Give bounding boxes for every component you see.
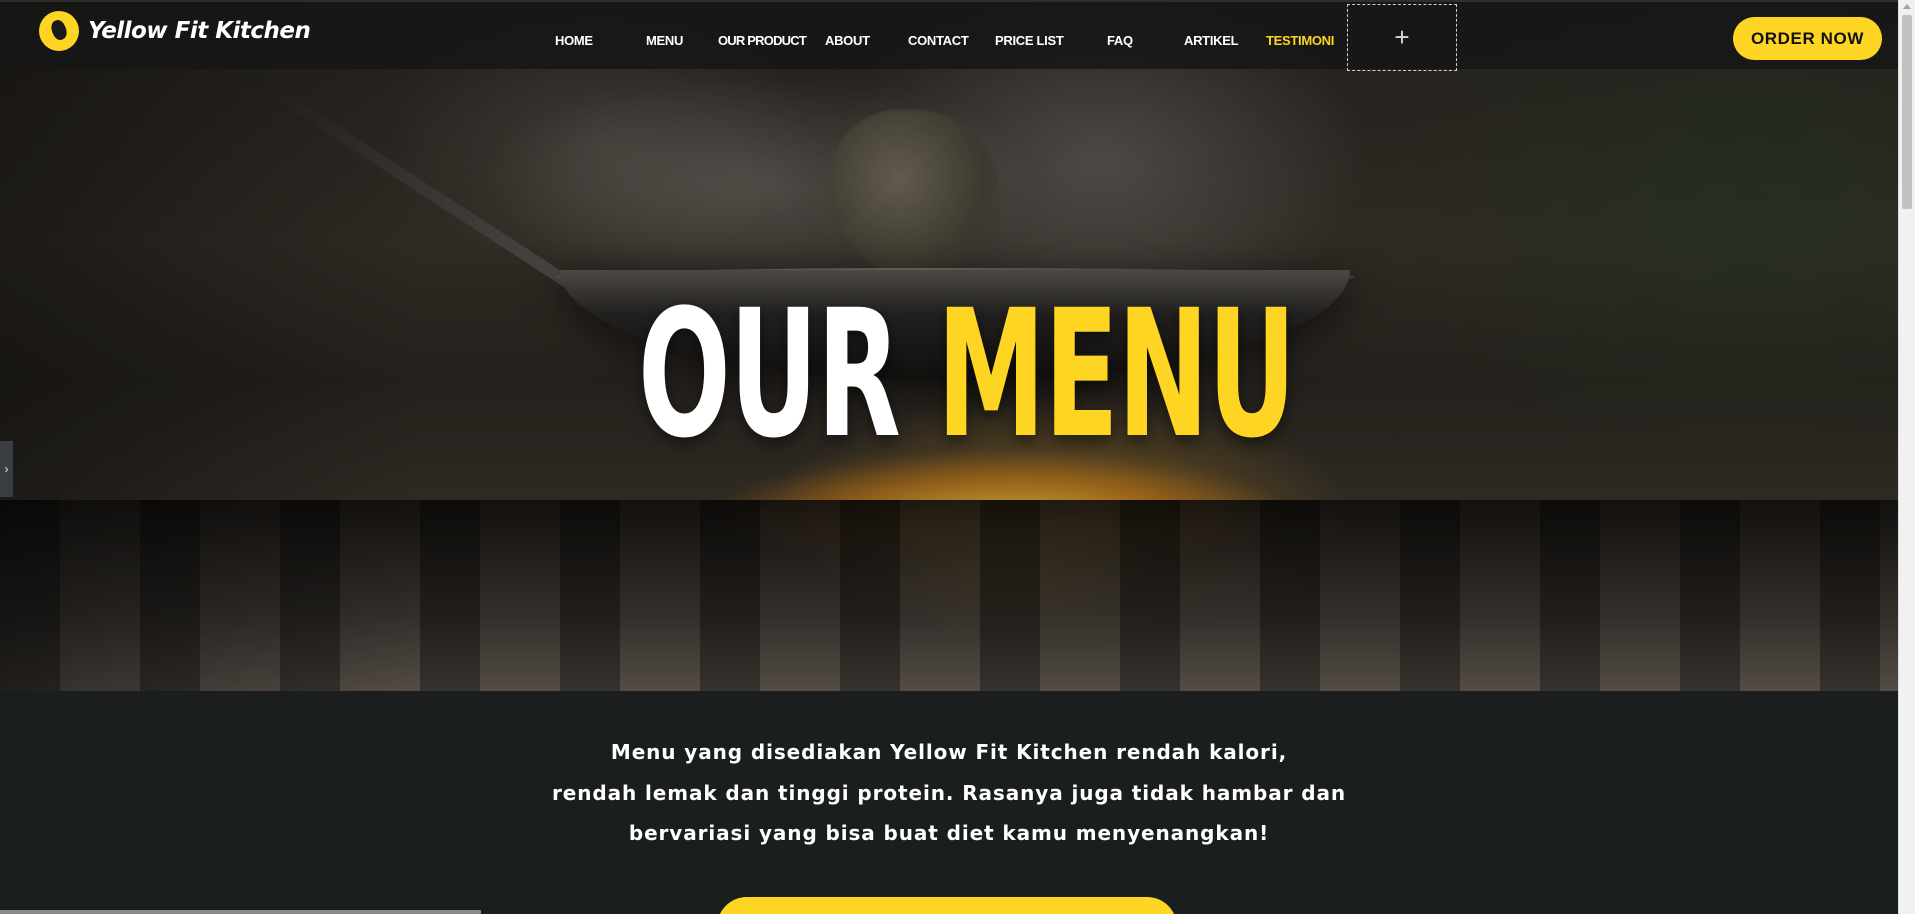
vertical-scrollbar[interactable] bbox=[1898, 0, 1915, 914]
hero-title: OUR MENU bbox=[378, 285, 1555, 465]
horizontal-scroll-indicator bbox=[0, 910, 481, 914]
description-line-2: rendah lemak dan tinggi protein. Rasanya… bbox=[552, 781, 1346, 805]
nav-item-our-product[interactable]: OUR PRODUCT bbox=[718, 33, 807, 48]
nav-item-contact[interactable]: CONTACT bbox=[908, 33, 969, 48]
runner-icon bbox=[39, 11, 79, 51]
nav-item-home[interactable]: HOME bbox=[555, 33, 593, 48]
description-line-3: bervariasi yang bisa buat diet kamu meny… bbox=[628, 821, 1270, 845]
hero-title-white: OUR bbox=[637, 272, 901, 477]
chevron-right-icon: › bbox=[4, 462, 9, 476]
hero-section: OUR MENU bbox=[0, 0, 1898, 691]
nav-item-menu[interactable]: MENU bbox=[646, 33, 683, 48]
plus-icon: + bbox=[1394, 22, 1410, 52]
site-header: Yellow Fit Kitchen HOME MENU OUR PRODUCT… bbox=[0, 0, 1898, 71]
side-panel-toggle[interactable]: › bbox=[0, 441, 13, 497]
hero-title-yellow: MENU bbox=[936, 272, 1296, 477]
nav-item-about[interactable]: ABOUT bbox=[825, 33, 870, 48]
logo-text: Yellow Fit Kitchen bbox=[88, 18, 311, 44]
description-line-1: Menu yang disediakan Yellow Fit Kitchen … bbox=[610, 740, 1288, 764]
nav-item-testimoni[interactable]: TESTIMONI bbox=[1266, 33, 1334, 48]
nav-item-artikel[interactable]: ARTIKEL bbox=[1184, 33, 1239, 48]
order-now-button[interactable]: ORDER NOW bbox=[1733, 17, 1882, 60]
nav-item-price-list[interactable]: PRICE LIST bbox=[995, 33, 1064, 48]
scroll-up-icon[interactable] bbox=[1903, 4, 1911, 9]
scrollbar-thumb[interactable] bbox=[1902, 15, 1912, 209]
logo[interactable]: Yellow Fit Kitchen bbox=[39, 10, 311, 52]
add-nav-item-button[interactable]: + bbox=[1347, 4, 1457, 71]
cta-button[interactable] bbox=[717, 897, 1177, 914]
nav-item-faq[interactable]: FAQ bbox=[1107, 33, 1133, 48]
page: OUR MENU › Yellow Fit Kitchen HOME MENU O… bbox=[0, 0, 1915, 914]
